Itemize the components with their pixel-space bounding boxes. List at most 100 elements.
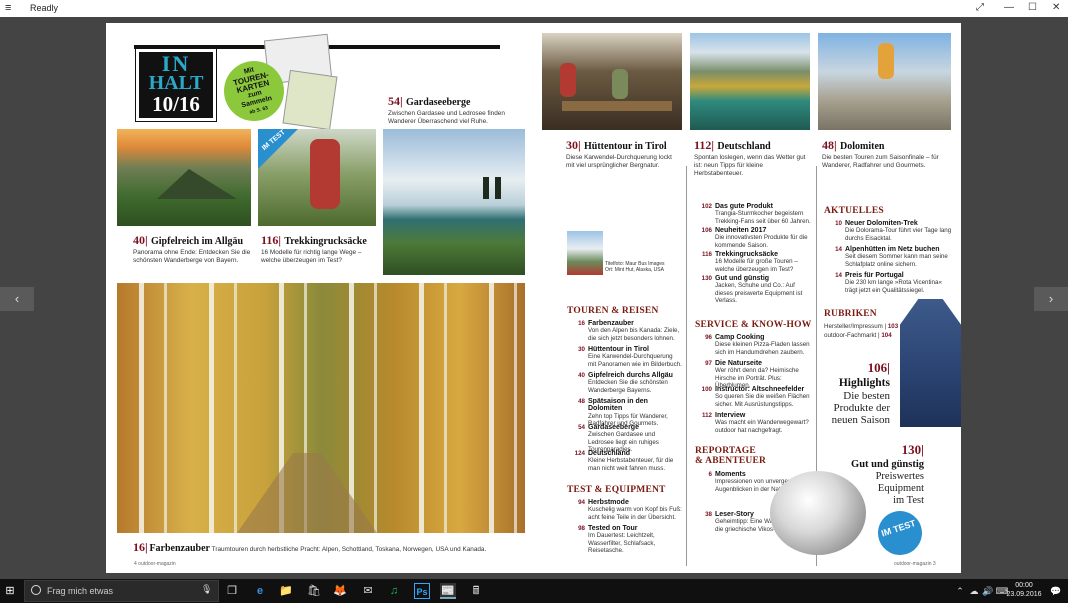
search-icon (31, 585, 41, 595)
pot-photo[interactable] (770, 471, 866, 555)
maximize-button[interactable]: ☐ (1028, 2, 1037, 13)
edge-icon[interactable]: e (252, 583, 268, 599)
toc-entry-title: Gipfelreich durchs Allgäu (588, 372, 673, 379)
readly-icon[interactable]: 📰 (440, 583, 456, 599)
section-rubriken: RUBRIKEN (824, 309, 877, 319)
cover-thumbnail[interactable] (567, 231, 603, 275)
start-icon[interactable]: ⊞ (2, 583, 18, 599)
im-test-badge-2: IM TEST (872, 505, 928, 561)
task-view-icon[interactable]: ❐ (224, 583, 240, 599)
logo-in: IN (161, 51, 191, 76)
highlights-title: Highlights (838, 377, 890, 389)
explorer-icon[interactable]: 📁 (278, 583, 294, 599)
toc-page-number: 40 (578, 372, 585, 379)
highlights-line-2: Produkte der (833, 402, 890, 414)
gardasee-caption[interactable]: 54| Gardaseeberge Zwischen Gardasee und … (388, 94, 528, 126)
section-aktuelles: AKTUELLES (824, 206, 884, 216)
calculator-icon[interactable]: 🖩 (468, 583, 484, 599)
toc-page-number: 48 (578, 398, 585, 405)
logo-halt: HALT (148, 72, 204, 94)
toc-page-number: 96 (705, 334, 712, 341)
mail-icon[interactable]: ✉ (360, 583, 376, 599)
gardasee-photo[interactable] (383, 129, 525, 275)
fullscreen-icon[interactable]: ⤢ (976, 2, 984, 13)
dolomiten-text: Die besten Touren zum Saisonfinale – für… (822, 154, 939, 169)
notification-icon[interactable]: 💬 (1048, 583, 1064, 599)
toc-entry-text: Kuschelig warm von Kopf bis Fuß: acht fe… (588, 506, 682, 521)
tirol-page-number: 30 (566, 138, 578, 152)
window-titlebar: ≡ Readly ⤢ — ☐ ✕ (0, 0, 1068, 17)
toc-page-number: 98 (578, 525, 585, 532)
toc-entry-title: Alpenhütten im Netz buchen (845, 246, 940, 253)
section-service-knowhow: SERVICE & KNOW-HOW (695, 320, 812, 330)
toc-entry-title: Tested on Tour (588, 525, 638, 532)
store-icon[interactable]: 🛍 (306, 583, 322, 599)
toc-page-number: 10 (835, 220, 842, 227)
clock-date: 23.09.2016 (1006, 591, 1042, 598)
window-title: Readly (30, 3, 59, 13)
spotify-icon[interactable]: ♫ (386, 583, 402, 599)
farbenzauber-caption[interactable]: 16| Farbenzauber Traumtouren durch herbs… (133, 540, 528, 557)
gardasee-page-number: 54 (388, 94, 400, 108)
trekking-text: 16 Modelle für richtig lange Wege – welc… (261, 249, 362, 264)
toc-entry-title: Gut und günstig (715, 275, 770, 282)
search-box[interactable]: Frag mich etwas 🎙 (24, 580, 219, 602)
right-page-footer: outdoor-magazin 3 (894, 561, 936, 567)
tirol-photo[interactable] (542, 33, 682, 130)
hamburger-menu-icon[interactable]: ≡ (5, 2, 11, 14)
jacket-photo[interactable] (900, 299, 961, 427)
microphone-icon[interactable]: 🎙 (201, 584, 212, 595)
toc-entry-title: Preis für Portugal (845, 272, 904, 279)
toc-entry-title: Camp Cooking (715, 334, 765, 341)
trekking-caption[interactable]: 116| Trekkingrucksäcke 16 Modelle für ri… (261, 233, 379, 265)
trekking-photo[interactable]: IM TEST (258, 129, 376, 226)
left-page: IN HALT 10/16 Mit TOUREN- KARTEN zum Sam… (106, 23, 534, 573)
toc-page-number: 6 (708, 471, 712, 478)
clock-time: 00:00 (1015, 582, 1033, 589)
toc-entry-text: Jacken, Schuhe und Co.: Auf dieses preis… (715, 282, 803, 304)
clock[interactable]: 00:00 23.09.2016 (1006, 581, 1042, 599)
toc-entry-text: Eine Karwendel-Durchquerung mit Panorame… (588, 353, 682, 368)
trekking-title: Trekkingrucksäcke (284, 236, 367, 247)
previous-page-button[interactable]: ‹ (0, 287, 34, 311)
next-page-button[interactable]: › (1034, 287, 1068, 311)
allgaeu-photo[interactable] (117, 129, 251, 226)
dolomiten-title: Dolomiten (840, 141, 885, 152)
farbenzauber-page-number: 16 (133, 540, 145, 554)
column-divider-1 (686, 166, 687, 566)
deutschland-photo[interactable] (690, 33, 810, 130)
toc-entry-text: Von den Alpen bis Kanada: Ziele, die sic… (588, 327, 680, 342)
deutschland-text: Spontan loslegen, wenn das Wetter gut is… (694, 154, 806, 177)
tirol-caption[interactable]: 30| Hüttentour in Tirol Diese Karwendel-… (566, 138, 678, 170)
highlights-teaser[interactable]: 106| Highlights Die besten Produkte der … (796, 359, 890, 426)
toc-entry-text: Die 230 km lange »Rota Vicentina« trägt … (845, 279, 942, 294)
firefox-icon[interactable]: 🦊 (332, 583, 348, 599)
dolomiten-caption[interactable]: 48| Dolomiten Die besten Touren zum Sais… (822, 138, 952, 170)
toc-page-number: 16 (578, 320, 585, 327)
toc-page-number: 54 (578, 424, 585, 431)
rubrik-page: 104 (881, 332, 892, 339)
inhalt-logo: IN HALT 10/16 (135, 48, 217, 122)
allgaeu-caption[interactable]: 40| Gipfelreich im Allgäu Panorama ohne … (133, 233, 253, 265)
toc-page-number: 124 (574, 450, 585, 457)
photoshop-icon[interactable]: Ps (414, 583, 430, 599)
toc-entry-title: Gardaseeberge (588, 424, 639, 431)
deutschland-caption[interactable]: 112| Deutschland Spontan loslegen, wenn … (694, 138, 812, 178)
toc-entry-title: Neuheiten 2017 (715, 227, 767, 234)
farbenzauber-photo[interactable] (117, 283, 525, 533)
right-page: 30| Hüttentour in Tirol Diese Karwendel-… (534, 23, 961, 573)
toc-entry-text: Entdecken Sie die schönsten Wanderberge … (588, 379, 668, 394)
close-button[interactable]: ✕ (1052, 2, 1060, 13)
allgaeu-title: Gipfelreich im Allgäu (151, 236, 244, 247)
minimize-button[interactable]: — (1004, 2, 1014, 13)
windows-taskbar: ⊞ Frag mich etwas 🎙 ❐ e 📁 🛍 🦊 ✉ ♫ Ps 📰 🖩… (0, 579, 1068, 603)
toc-entry-text: Die innovativsten Produkte für die komme… (715, 234, 808, 249)
toc-page-number: 14 (835, 246, 842, 253)
dolomiten-photo[interactable] (818, 33, 951, 130)
section-test-equipment: TEST & EQUIPMENT (567, 485, 666, 495)
deutschland-page-number: 112 (694, 138, 712, 152)
toc-page-number: 94 (578, 499, 585, 506)
toc-page-number: 116 (702, 251, 712, 258)
toc-entry-text: Im Dauertest: Leichtzelt, Wasserfilter, … (588, 532, 656, 554)
trekking-page-number: 116 (261, 233, 279, 247)
